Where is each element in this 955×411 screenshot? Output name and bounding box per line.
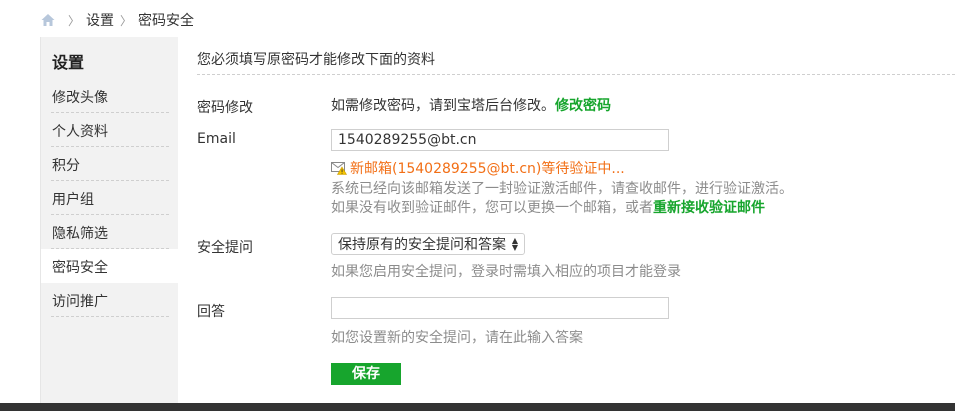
change-password-link[interactable]: 修改密码 [555, 98, 611, 114]
password-note-text: 如需修改密码，请到宝塔后台修改。 [331, 98, 555, 114]
breadcrumb-password-security[interactable]: 密码安全 [138, 10, 194, 30]
breadcrumb-separator: 〉 [120, 13, 133, 28]
sidebar-item-label: 密码安全 [52, 260, 108, 276]
password-note: 如需修改密码，请到宝塔后台修改。修改密码 [331, 95, 611, 115]
sidebar-item-profile[interactable]: 个人资料 [41, 113, 179, 147]
select-arrows-icon: ▲ ▼ [511, 236, 518, 252]
sidebar-item-password-security[interactable]: 密码安全 [41, 249, 179, 283]
sidebar-item-label: 积分 [52, 158, 80, 174]
password-label: 密码修改 [197, 100, 253, 116]
email-sent-note: 系统已经向该邮箱发送了一封验证激活邮件，请查收邮件，进行验证激活。 [331, 181, 793, 197]
sidebar-item-promotion[interactable]: 访问推广 [41, 283, 179, 317]
settings-sidebar: 设置 修改头像 个人资料 积分 用户组 隐私筛选 密码安全 访问推广 [40, 37, 179, 403]
resend-verification-link[interactable]: 重新接收验证邮件 [653, 200, 765, 216]
sidebar-item-label: 用户组 [52, 192, 94, 208]
password-security-form: 您必须填写原密码才能修改下面的资料 密码修改 如需修改密码，请到宝塔后台修改。修… [178, 37, 955, 403]
breadcrumb-settings[interactable]: 设置 [86, 10, 114, 30]
sidebar-item-label: 个人资料 [52, 124, 108, 140]
sidebar-item-label: 访问推广 [52, 294, 108, 310]
home-icon[interactable] [40, 12, 56, 28]
security-question-select[interactable]: 保持原有的安全提问和答案 ▲ ▼ [331, 233, 525, 255]
security-question-label: 安全提问 [197, 240, 253, 256]
email-label: Email [197, 131, 236, 147]
divider [197, 74, 955, 75]
answer-field[interactable] [331, 297, 669, 319]
email-resend-note: 如果没有收到验证邮件，您可以更换一个邮箱，或者重新接收验证邮件 [331, 197, 765, 217]
security-question-hint: 如果您启用安全提问，登录时需填入相应的项目才能登录 [331, 264, 681, 280]
form-notice: 您必须填写原密码才能修改下面的资料 [197, 52, 435, 68]
sidebar-item-avatar[interactable]: 修改头像 [41, 79, 179, 113]
sidebar-item-label: 隐私筛选 [52, 226, 108, 242]
security-question-value: 保持原有的安全提问和答案 [338, 237, 506, 253]
email-pending-status: 新邮箱(1540289255@bt.cn)等待验证中... [331, 158, 625, 178]
email-pending-text: 新邮箱(1540289255@bt.cn)等待验证中... [350, 161, 625, 177]
sidebar-item-privacy[interactable]: 隐私筛选 [41, 215, 179, 249]
breadcrumb: 〉 设置 〉 密码安全 [40, 9, 194, 31]
email-resend-text: 如果没有收到验证邮件，您可以更换一个邮箱，或者 [331, 200, 653, 216]
save-button[interactable]: 保存 [331, 363, 401, 385]
sidebar-item-usergroup[interactable]: 用户组 [41, 181, 179, 215]
footer-bar [0, 403, 955, 411]
answer-label: 回答 [197, 304, 225, 320]
sidebar-item-points[interactable]: 积分 [41, 147, 179, 181]
answer-hint: 如您设置新的安全提问，请在此输入答案 [331, 330, 583, 346]
breadcrumb-separator: 〉 [68, 13, 81, 28]
sidebar-title: 设置 [52, 53, 85, 72]
mail-warning-icon [331, 161, 348, 175]
email-field[interactable] [331, 129, 669, 151]
sidebar-item-label: 修改头像 [52, 90, 108, 106]
